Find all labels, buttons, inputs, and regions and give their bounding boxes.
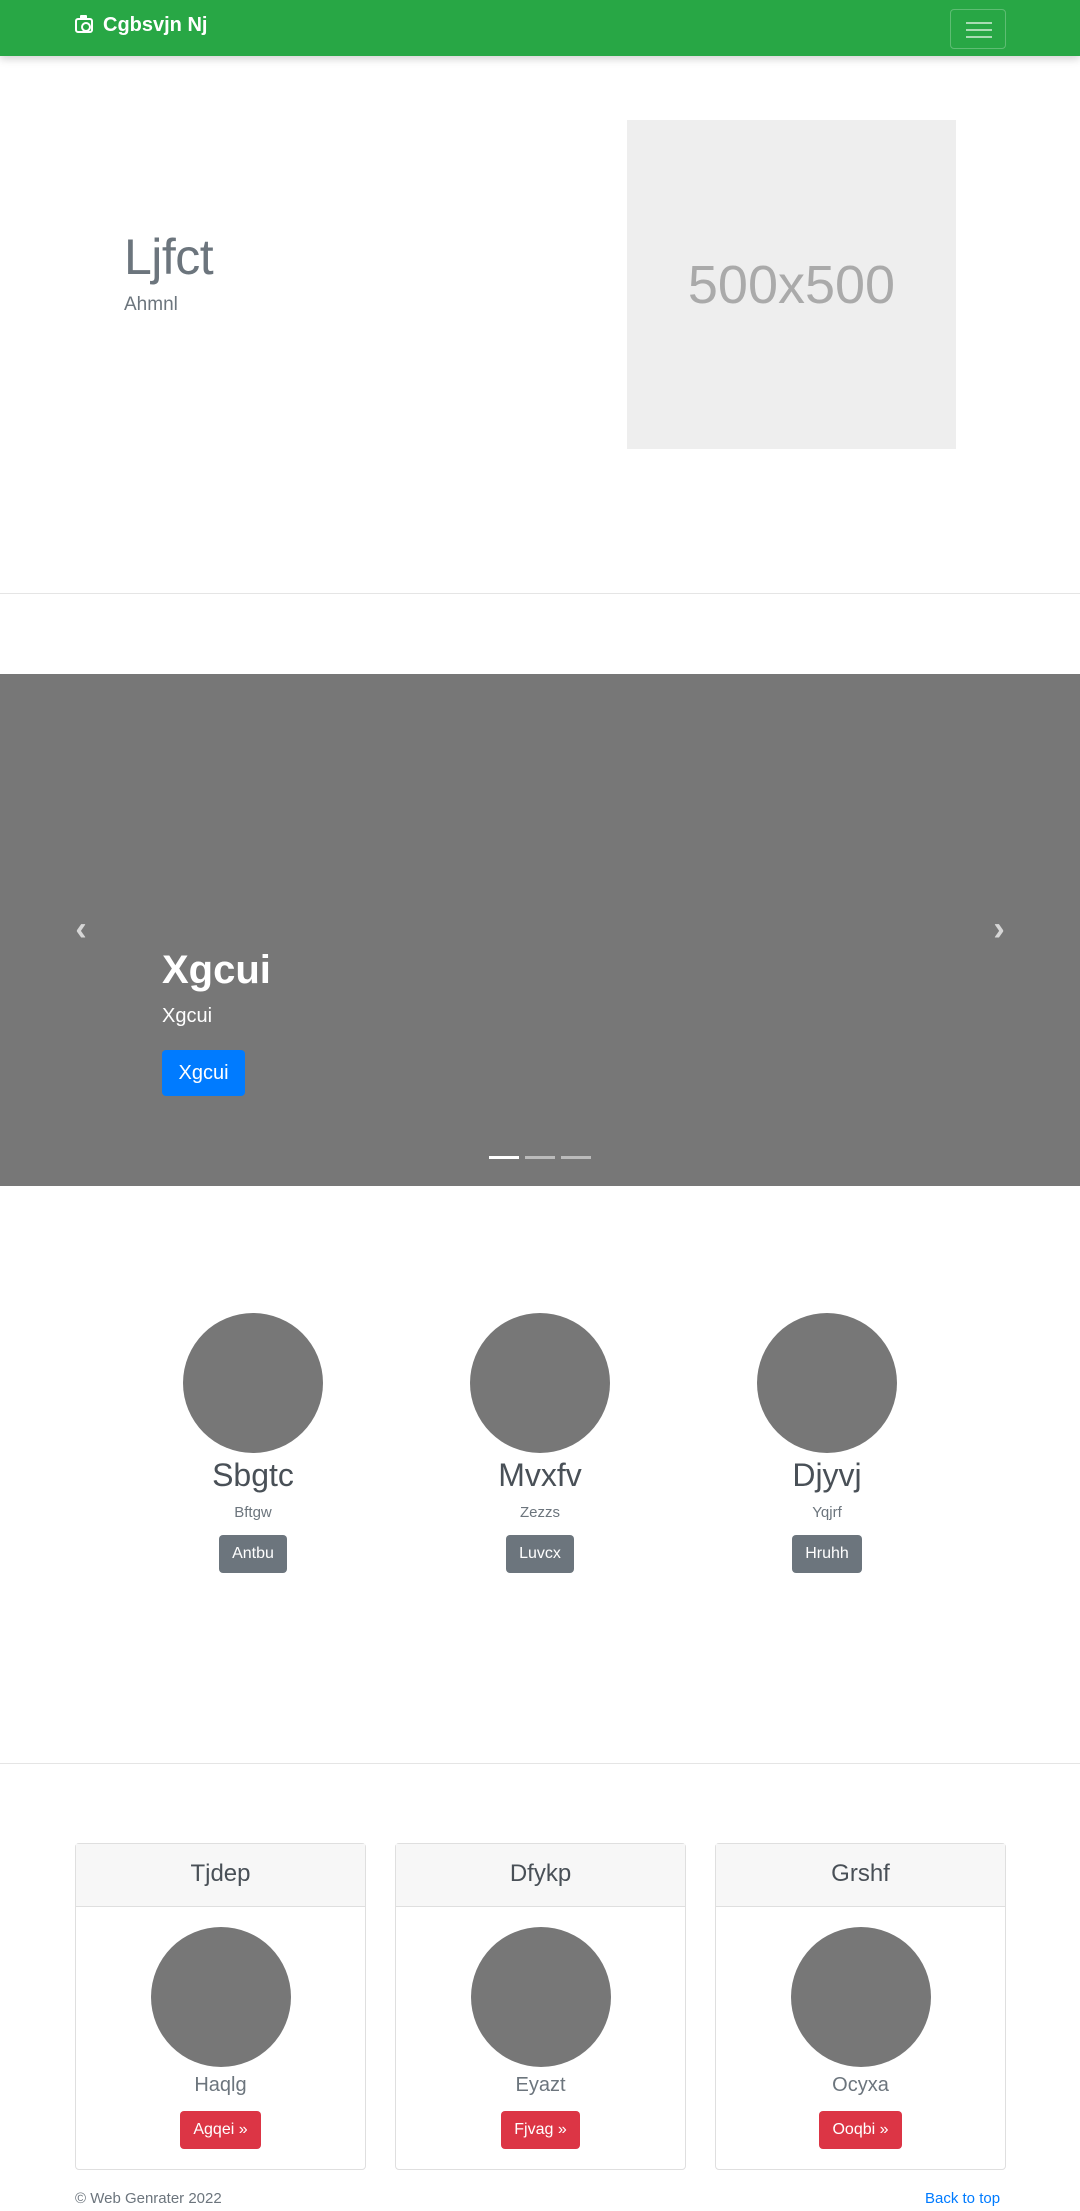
feature-description: Bftgw bbox=[234, 1504, 272, 1521]
feature-image bbox=[470, 1313, 610, 1453]
card-image bbox=[150, 1927, 291, 2067]
carousel-indicators bbox=[489, 1156, 597, 1159]
feature-button[interactable]: Luvcx bbox=[506, 1535, 574, 1573]
hamburger-icon bbox=[966, 22, 992, 38]
hero-placeholder-image: 500x500 bbox=[627, 120, 956, 449]
card-button[interactable]: Ooqbi » bbox=[819, 2111, 902, 2149]
footer-copyright: © Web Genrater 2022 bbox=[75, 2190, 222, 2207]
carousel-caption-title: Xgcui bbox=[162, 948, 271, 992]
feature-description: Yqjrf bbox=[812, 1504, 842, 1521]
card-header: Dfykp bbox=[396, 1844, 685, 1907]
back-to-top-link[interactable]: Back to top bbox=[925, 2190, 1000, 2207]
camera-icon bbox=[75, 15, 93, 33]
carousel-prev-button[interactable]: ‹ bbox=[66, 912, 96, 946]
feature-item: Djyvj Yqjrf Hruhh bbox=[757, 1313, 897, 1573]
carousel-indicator[interactable] bbox=[489, 1156, 519, 1159]
card: Tjdep Haqlg Agqei » bbox=[75, 1843, 366, 2170]
brand-label: Cgbsvjn Nj bbox=[103, 14, 208, 36]
feature-button[interactable]: Antbu bbox=[219, 1535, 287, 1573]
carousel-next-button[interactable]: › bbox=[984, 912, 1014, 946]
card: Grshf Ocyxa Ooqbi » bbox=[715, 1843, 1006, 2170]
carousel-caption-button[interactable]: Xgcui bbox=[162, 1050, 245, 1096]
navbar: Cgbsvjn Nj bbox=[0, 0, 1080, 56]
feature-image bbox=[183, 1313, 323, 1453]
card-header: Grshf bbox=[716, 1844, 1005, 1907]
feature-name: Sbgtc bbox=[212, 1457, 294, 1493]
feature-name: Djyvj bbox=[792, 1457, 862, 1493]
navbar-brand[interactable]: Cgbsvjn Nj bbox=[75, 14, 207, 37]
section-divider bbox=[0, 1763, 1080, 1764]
card-header: Tjdep bbox=[76, 1844, 365, 1907]
card-button[interactable]: Agqei » bbox=[180, 2111, 261, 2149]
feature-item: Sbgtc Bftgw Antbu bbox=[183, 1313, 323, 1573]
placeholder-label: 500x500 bbox=[687, 254, 896, 315]
card-name: Ocyxa bbox=[832, 2074, 889, 2096]
card-image bbox=[790, 1927, 931, 2067]
card-image bbox=[470, 1927, 611, 2067]
card-button[interactable]: Fjvag » bbox=[501, 2111, 580, 2149]
card: Dfykp Eyazt Fjvag » bbox=[395, 1843, 686, 2170]
navbar-toggler-button[interactable] bbox=[950, 9, 1006, 49]
carousel-indicator[interactable] bbox=[525, 1156, 555, 1159]
card-name: Haqlg bbox=[194, 2074, 247, 2096]
feature-button[interactable]: Hruhh bbox=[792, 1535, 862, 1573]
hero-subtitle: Ahmnl bbox=[124, 294, 178, 315]
feature-name: Mvxfv bbox=[498, 1457, 582, 1493]
carousel: ‹ › Xgcui Xgcui Xgcui bbox=[0, 674, 1080, 1186]
section-divider bbox=[0, 593, 1080, 594]
feature-image bbox=[757, 1313, 897, 1453]
carousel-caption-text: Xgcui bbox=[162, 1005, 213, 1027]
chevron-right-icon: › bbox=[993, 910, 1005, 948]
chevron-left-icon: ‹ bbox=[75, 910, 87, 948]
carousel-indicator[interactable] bbox=[561, 1156, 591, 1159]
card-name: Eyazt bbox=[515, 2074, 566, 2096]
hero-title: Ljfct bbox=[124, 229, 214, 285]
feature-description: Zezzs bbox=[519, 1504, 560, 1521]
feature-item: Mvxfv Zezzs Luvcx bbox=[470, 1313, 610, 1573]
